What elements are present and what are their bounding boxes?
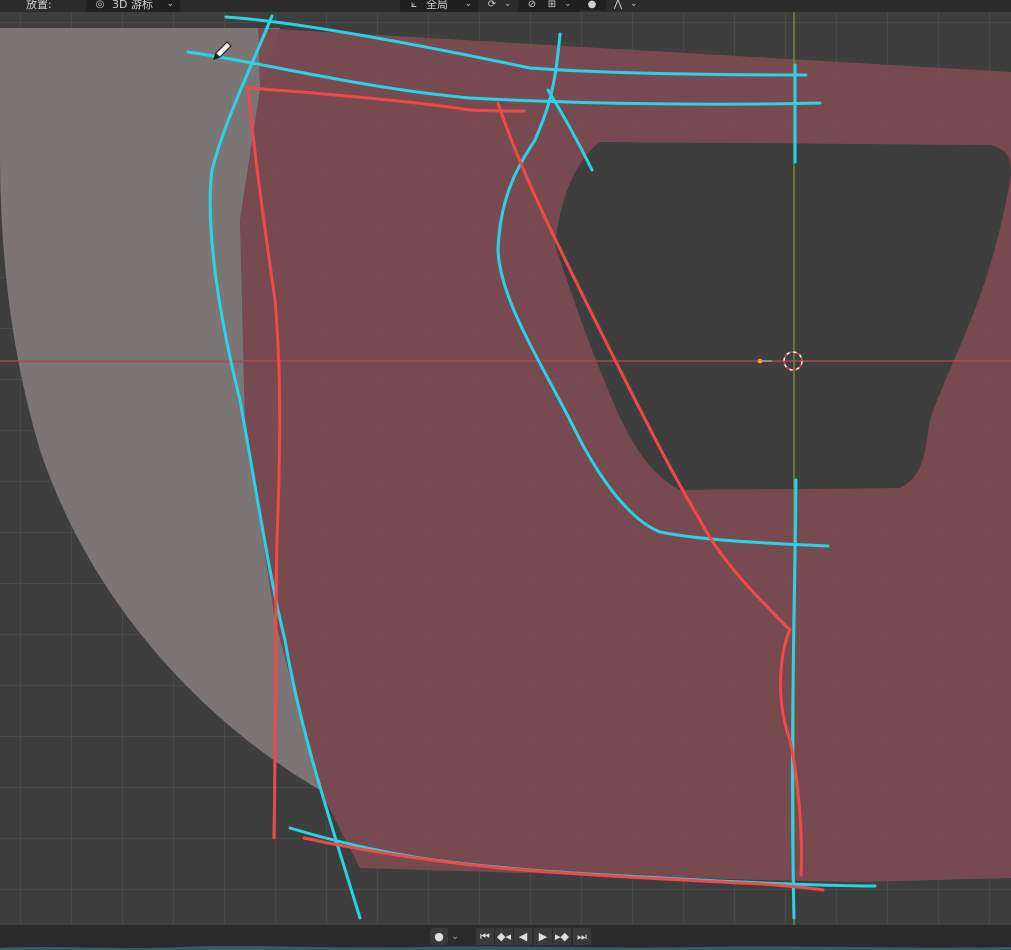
prev-keyframe-icon: ◆◂ [497,930,511,943]
timeline-waveform [0,946,1011,950]
pencil-cursor-icon [213,41,232,60]
chevron-down-icon: ⌄ [464,0,472,9]
cursor-mode-value: 3D 游标 [112,0,153,11]
play-reverse-icon: ◀ [518,930,528,943]
snap-increment-icon: ⊞ [547,0,557,10]
pivot-dropdown[interactable]: ⟳ ⌄ [484,0,512,12]
orientation-icon: ⟀ [411,0,417,10]
placement-label-wrap: 放置: [26,0,52,12]
jump-end-icon: ⏭ [577,929,587,943]
snap-icon: ⊘ [527,0,537,10]
orientation-value: 全局 [426,0,448,11]
placement-label: 放置: [26,0,52,11]
record-icon: ● [434,930,444,943]
3d-viewport[interactable] [0,12,1011,925]
timeline-bar: ● ⌄ ⏮ ◆◂ ◀ ▶ ▸◆ ⏭ [0,925,1011,950]
header-toolbar: 放置: ◎ 3D 游标 ⌄ ⟀ 全局 ⌄ ⟳ ⌄ ⊘ ⊞ ⌄ ● ⋀ ⌄ [0,0,1011,12]
orientation-dropdown[interactable]: ⟀ 全局 ⌄ [400,0,478,12]
pivot-icon: ⟳ [487,0,497,10]
cursor-icon: ◎ [95,0,105,10]
proportional-edit-icon: ● [578,0,606,10]
proportional-edit-toggle[interactable]: ● ⋀ ⌄ [578,0,638,12]
chevron-down-icon: ⌄ [504,0,512,9]
chevron-down-icon: ⌄ [451,931,459,942]
jump-start-icon: ⏮ [480,929,490,943]
next-keyframe-icon: ▸◆ [555,930,569,943]
play-icon: ▶ [538,930,548,943]
viewport-scene [0,12,1011,925]
chevron-down-icon: ⌄ [166,0,174,9]
falloff-icon: ⋀ [613,0,623,10]
origin-dot [757,358,763,364]
chevron-down-icon: ⌄ [564,0,572,9]
snap-toggle[interactable]: ⊘ ⊞ ⌄ [518,0,580,12]
chevron-down-icon: ⌄ [630,0,638,9]
cursor-mode-dropdown[interactable]: ◎ 3D 游标 ⌄ [86,0,180,12]
